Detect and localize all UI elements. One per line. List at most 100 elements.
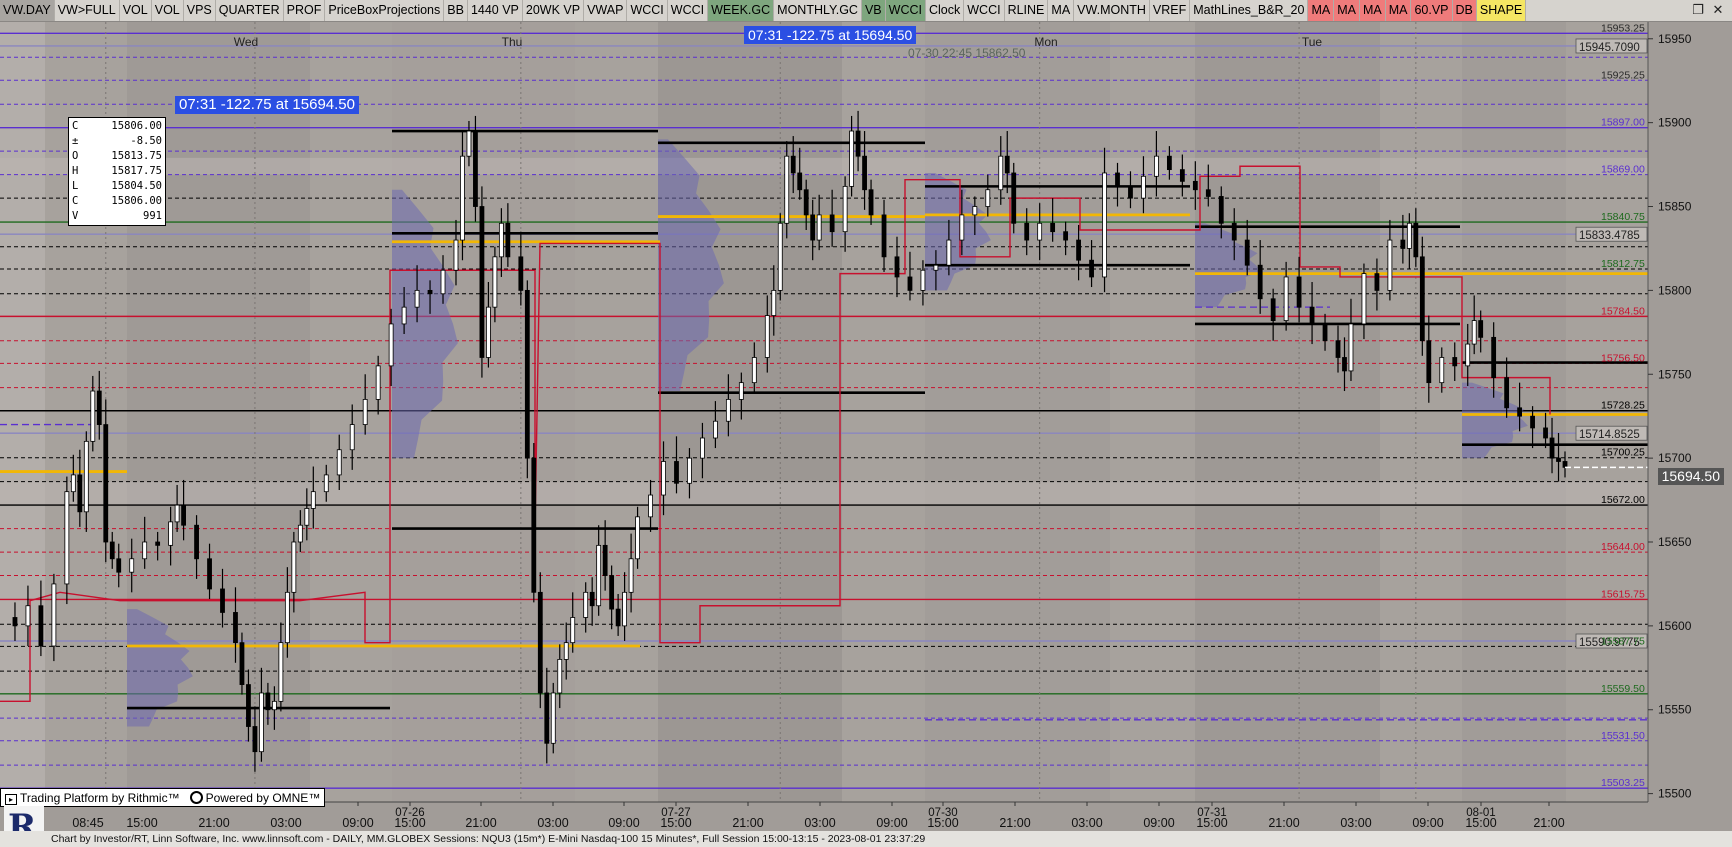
toolbar-button-vwap[interactable]: VWAP — [584, 0, 628, 21]
y-tick-label: 15500 — [1658, 787, 1692, 801]
candle-body — [609, 575, 615, 610]
x-tick-label: 09:00 — [1143, 816, 1174, 830]
candle-body — [810, 214, 816, 241]
candle-body — [1491, 336, 1497, 379]
candle-body — [25, 605, 31, 627]
toolbar-button-ma[interactable]: MA — [1359, 0, 1386, 21]
toolbar-button-clock[interactable]: Clock — [925, 0, 965, 21]
y-tick-label: 15750 — [1658, 367, 1692, 381]
toolbar-button-wcci[interactable]: WCCI — [667, 0, 709, 21]
candle-body — [401, 306, 407, 325]
level-label: 15531.50 — [1601, 730, 1645, 742]
toolbar-button-ma[interactable]: MA — [1334, 0, 1360, 21]
price-change-annotation-top: 07:31 -122.75 at 15694.50 — [744, 26, 917, 44]
candle-body — [972, 206, 978, 216]
session-band — [658, 22, 842, 802]
candle-body — [537, 591, 543, 694]
toolbar-button-week-gc[interactable]: WEEK.GC — [708, 0, 775, 21]
candle-body — [1296, 276, 1302, 308]
ohlc-row: C 15806.00 — [72, 119, 162, 134]
toolbar-button-priceboxprojections[interactable]: PriceBoxProjections — [325, 0, 445, 21]
candle-body — [252, 726, 258, 753]
candle-body — [103, 424, 109, 543]
toolbar-button-wcci[interactable]: WCCI — [964, 0, 1005, 21]
toolbar-button-vps[interactable]: VPS — [183, 0, 216, 21]
candle-body — [1530, 415, 1535, 429]
toolbar-button-vol[interactable]: VOL — [151, 0, 184, 21]
toolbar-button-vw-day[interactable]: VW.DAY — [0, 0, 55, 21]
toolbar-button-prof[interactable]: PROF — [283, 0, 326, 21]
ghost-annotation: 07-30 22:45 15862.50 — [908, 46, 1026, 60]
candle-body — [589, 591, 595, 607]
candle-body — [486, 306, 491, 358]
x-tick-label: 08:45 — [72, 816, 103, 830]
candle-body — [1348, 323, 1354, 372]
y-tick-label: 15550 — [1658, 703, 1692, 717]
chart-area[interactable]: 15500 15550 15600 15650 15700 15750 15800 15850… — [0, 22, 1732, 831]
toolbar-button-vw-full[interactable]: VW>FULL — [54, 0, 120, 21]
toolbar-button-vol[interactable]: VOL — [119, 0, 152, 21]
close-icon[interactable]: ✕ — [1708, 0, 1728, 21]
candle-body — [550, 692, 556, 744]
x-tick-label: 03:00 — [537, 816, 568, 830]
rithmic-label: ▸ Trading Platform by Rithmic™ — [5, 791, 180, 805]
candle-body — [1335, 340, 1341, 358]
y-tick-label: 15950 — [1658, 32, 1692, 46]
candle-body — [1166, 155, 1172, 171]
toolbar-button-20wk-vp[interactable]: 20WK VP — [522, 0, 585, 21]
candle-body — [1387, 239, 1393, 291]
ohlc-key: ± — [72, 135, 79, 147]
toolbar-button-wcci[interactable]: WCCI — [885, 0, 926, 21]
level-label: 15700.25 — [1601, 447, 1645, 459]
x-tick-label: 03:00 — [804, 816, 835, 830]
toolbar-button-rline[interactable]: RLINE — [1004, 0, 1049, 21]
candle-body — [1556, 457, 1561, 462]
restore-icon[interactable]: ❐ — [1688, 0, 1708, 21]
candle-body — [291, 541, 297, 593]
toolbar-button-1440-vp[interactable]: 1440 VP — [467, 0, 523, 21]
level-label: 15756.50 — [1601, 352, 1645, 364]
candle-body — [1309, 306, 1315, 325]
toolbar-button-quarter[interactable]: QUARTER — [215, 0, 284, 21]
candle-body — [531, 457, 537, 593]
toolbar-button-vb[interactable]: VB — [861, 0, 886, 21]
candle-body — [1128, 185, 1133, 199]
candle-body — [304, 508, 310, 526]
ohlc-row: ± -8.50 — [72, 134, 162, 149]
toolbar-button-bb[interactable]: BB — [444, 0, 468, 21]
candle-body — [388, 323, 394, 367]
candle-body — [64, 491, 70, 585]
toolbar-button-shape[interactable]: SHAPE — [1476, 0, 1527, 21]
x-tick-label: 09:00 — [876, 816, 907, 830]
toolbar-button-monthly-gc[interactable]: MONTHLY.GC — [774, 0, 862, 21]
toolbar-button-ma[interactable]: MA — [1308, 0, 1335, 21]
x-tick-label: 03:00 — [1071, 816, 1102, 830]
toolbar-button-vref[interactable]: VREF — [1149, 0, 1191, 21]
toolbar-button-ma[interactable]: MA — [1048, 0, 1075, 21]
level-label: 15559.50 — [1601, 683, 1645, 695]
toolbar-button-vw-month[interactable]: VW.MONTH — [1074, 0, 1150, 21]
toolbar-button-ma[interactable]: MA — [1385, 0, 1412, 21]
ohlc-value: 15813.75 — [111, 150, 162, 162]
toolbar-button-db[interactable]: DB — [1452, 0, 1477, 21]
status-text: Chart by Investor/RT, Linn Software, Inc… — [51, 833, 926, 845]
candle-body — [713, 420, 718, 439]
toolbar-button-60-vp[interactable]: 60.VP — [1411, 0, 1453, 21]
candle-body — [1562, 461, 1568, 468]
level-label: 15840.75 — [1601, 211, 1645, 223]
candle-body — [168, 521, 174, 546]
candle-body — [70, 474, 76, 493]
toolbar-button-wcci[interactable]: WCCI — [627, 0, 668, 21]
candle-body — [544, 692, 550, 744]
candle-body — [777, 222, 783, 291]
ohlc-value: 991 — [143, 210, 162, 222]
candle-body — [842, 185, 848, 233]
y-tick-label: 15600 — [1658, 619, 1692, 633]
candle-body — [1063, 231, 1069, 241]
toolbar-button-mathlines-b-r-20[interactable]: MathLines_B&R_20 — [1190, 0, 1309, 21]
candle-body — [362, 399, 368, 425]
candle-body — [1050, 222, 1056, 233]
candle-body — [907, 276, 913, 291]
y-tick-label: 15650 — [1658, 535, 1692, 549]
level-label: 15587.75 — [1601, 635, 1645, 647]
